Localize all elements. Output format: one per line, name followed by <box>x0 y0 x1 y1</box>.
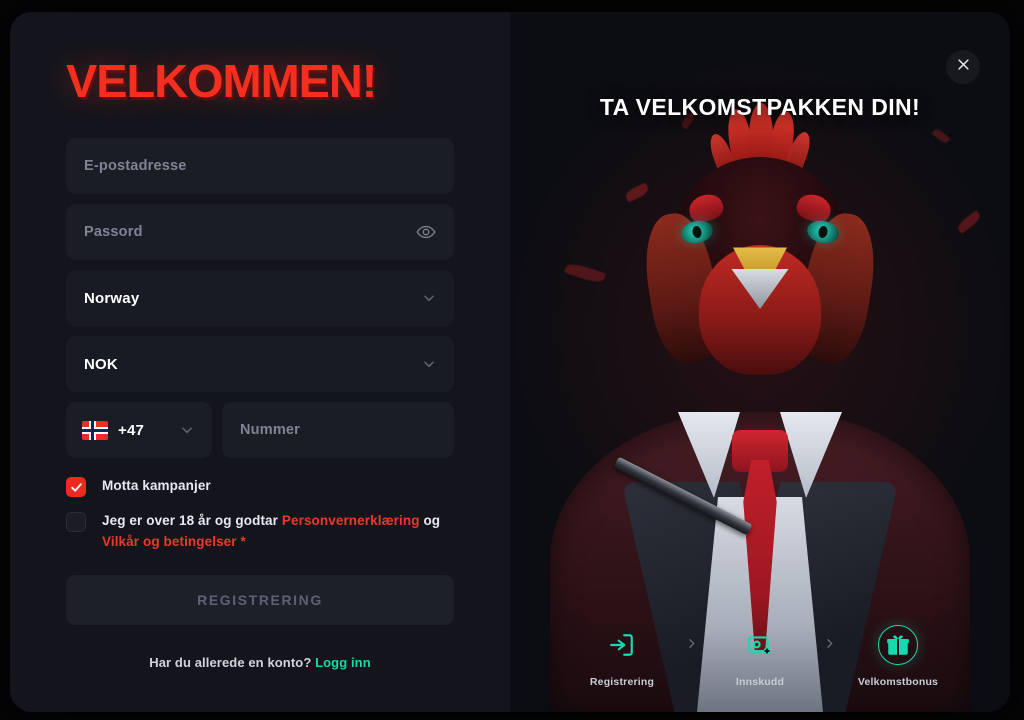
email-placeholder: E-postadresse <box>84 158 187 174</box>
registration-modal: VELKOMMEN! E-postadresse Passord Norway <box>10 12 1010 712</box>
promo-panel: TA VELKOMSTPAKKEN DIN! Registrering Inns… <box>510 12 1010 712</box>
step-registrering[interactable]: Registrering <box>570 625 674 688</box>
password-field[interactable]: Passord <box>66 204 454 260</box>
email-field[interactable]: E-postadresse <box>66 138 454 194</box>
country-value: Norway <box>84 289 140 307</box>
country-code-select[interactable]: +47 <box>66 402 212 458</box>
promo-heading: TA VELKOMSTPAKKEN DIN! <box>599 94 921 120</box>
registration-form-panel: VELKOMMEN! E-postadresse Passord Norway <box>10 12 510 712</box>
step-label: Registrering <box>589 676 655 688</box>
country-code-value: +47 <box>118 421 145 439</box>
currency-value: NOK <box>84 355 118 373</box>
close-icon <box>956 57 971 77</box>
chevron-down-icon <box>422 291 436 305</box>
chevron-down-icon <box>180 423 194 437</box>
step-velkomstbonus[interactable]: Velkomstbonus <box>846 625 950 688</box>
page-background: VELKOMMEN! E-postadresse Passord Norway <box>0 0 1024 720</box>
country-select[interactable]: Norway <box>66 270 454 326</box>
promo-stepper: Registrering Innskudd Velkomstbonus <box>510 625 1010 688</box>
chevron-down-icon <box>422 357 436 371</box>
norway-flag-icon <box>82 420 108 440</box>
phone-number-field[interactable]: Nummer <box>222 402 454 458</box>
phone-placeholder: Nummer <box>240 422 301 438</box>
deposit-card-icon <box>740 625 780 665</box>
eye-icon[interactable] <box>416 222 436 242</box>
chevron-right-icon <box>674 637 708 650</box>
terms-required-marker: * <box>236 533 246 549</box>
login-link[interactable]: Logg inn <box>315 655 371 670</box>
password-placeholder: Passord <box>84 224 143 240</box>
register-button[interactable]: REGISTRERING <box>66 574 454 625</box>
step-label: Innskudd <box>735 676 785 688</box>
login-prompt-text: Har du allerede en konto? <box>149 654 312 670</box>
step-innskudd[interactable]: Innskudd <box>708 625 812 688</box>
terms-checkbox-row[interactable]: Jeg er over 18 år og godtar Personverner… <box>66 511 454 553</box>
page-title: VELKOMMEN! <box>66 55 377 107</box>
terms-text-middle: og <box>419 513 441 528</box>
terms-conditions-link[interactable]: Vilkår og betingelser <box>102 534 237 549</box>
login-prompt: Har du allerede en konto? Logg inn <box>66 655 454 670</box>
close-button[interactable] <box>946 50 980 84</box>
chevron-right-icon <box>812 637 846 650</box>
terms-text-before: Jeg er over 18 år og godtar <box>102 513 282 528</box>
gift-icon <box>878 625 918 665</box>
terms-checkbox[interactable] <box>66 512 86 532</box>
step-label: Velkomstbonus <box>857 676 939 688</box>
terms-checkbox-label: Jeg er over 18 år og godtar Personverner… <box>102 511 454 553</box>
promo-checkbox-row[interactable]: Motta kampanjer <box>66 476 454 497</box>
promo-checkbox[interactable] <box>66 477 86 497</box>
promo-checkbox-label: Motta kampanjer <box>102 478 211 493</box>
login-arrow-icon <box>602 625 642 665</box>
phone-row: +47 Nummer <box>66 402 454 458</box>
currency-select[interactable]: NOK <box>66 336 454 392</box>
privacy-policy-link[interactable]: Personvernerklæring <box>282 513 420 528</box>
